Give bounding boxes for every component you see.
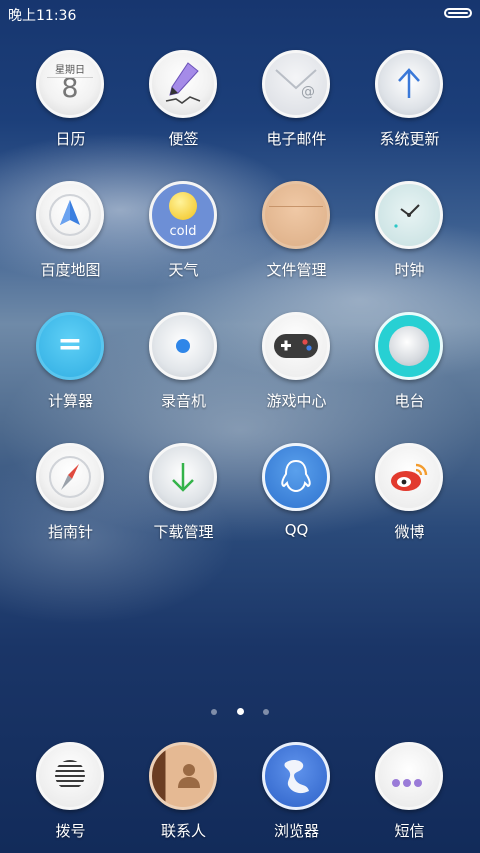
app-weather[interactable]: cold 天气 xyxy=(127,179,240,289)
folder-icon xyxy=(262,181,330,249)
compass-icon xyxy=(36,443,104,511)
app-label: 下载管理 xyxy=(153,523,214,541)
pen-icon xyxy=(149,50,217,118)
app-label: 电台 xyxy=(394,392,425,410)
app-label: 微博 xyxy=(394,523,425,541)
page-dot[interactable] xyxy=(211,709,218,715)
app-label: 联系人 xyxy=(160,822,206,840)
app-recorder[interactable]: 录音机 xyxy=(127,310,240,420)
app-baidu-map[interactable]: 百度地图 xyxy=(14,179,127,289)
app-label: 文件管理 xyxy=(266,261,327,279)
weather-text: cold xyxy=(169,224,197,239)
qq-penguin-icon xyxy=(262,443,330,511)
app-label: 指南针 xyxy=(47,523,93,541)
envelope-icon: @ xyxy=(262,50,330,118)
radio-dial-icon xyxy=(375,312,443,380)
app-email[interactable]: @ 电子邮件 xyxy=(240,48,353,158)
app-label: 电子邮件 xyxy=(266,130,327,148)
app-label: 浏览器 xyxy=(273,822,319,840)
app-file-manager[interactable]: 文件管理 xyxy=(240,179,353,289)
dialpad-icon xyxy=(36,742,104,810)
navigation-arrow-icon xyxy=(36,181,104,249)
app-label: 时钟 xyxy=(394,261,425,279)
weather-icon: cold xyxy=(149,181,217,249)
app-radio[interactable]: 电台 xyxy=(353,310,466,420)
globe-icon xyxy=(262,742,330,810)
app-notes[interactable]: 便签 xyxy=(127,48,240,158)
app-label: 便签 xyxy=(168,130,199,148)
dock-sms[interactable]: 短信 xyxy=(353,740,466,850)
weibo-icon xyxy=(375,443,443,511)
app-label: 天气 xyxy=(168,261,199,279)
battery-icon xyxy=(444,8,472,18)
app-system-update[interactable]: 系统更新 xyxy=(353,48,466,158)
calendar-icon: 星期日 8 xyxy=(36,50,104,118)
dock-browser[interactable]: 浏览器 xyxy=(240,740,353,850)
app-clock[interactable]: 时钟 xyxy=(353,179,466,289)
download-arrow-icon xyxy=(149,443,217,511)
dock-dialer[interactable]: 拨号 xyxy=(14,740,127,850)
app-label: 计算器 xyxy=(47,392,93,410)
message-dots-icon xyxy=(375,742,443,810)
app-calendar[interactable]: 星期日 8 日历 xyxy=(14,48,127,158)
app-download-manager[interactable]: 下载管理 xyxy=(127,441,240,551)
page-dot[interactable] xyxy=(262,709,269,715)
app-compass[interactable]: 指南针 xyxy=(14,441,127,551)
app-label: 短信 xyxy=(394,822,425,840)
app-label: 系统更新 xyxy=(379,130,440,148)
status-time: 晚上11:36 xyxy=(8,8,77,24)
page-dot-active[interactable] xyxy=(236,708,244,715)
gamepad-icon xyxy=(262,312,330,380)
app-game-center[interactable]: 游戏中心 xyxy=(240,310,353,420)
app-label: 拨号 xyxy=(55,822,86,840)
equals-icon: = xyxy=(36,312,104,380)
app-qq[interactable]: QQ xyxy=(240,441,353,551)
app-label: 百度地图 xyxy=(40,261,101,279)
clock-icon xyxy=(375,181,443,249)
app-label: 日历 xyxy=(55,130,86,148)
app-label: 录音机 xyxy=(160,392,206,410)
arrow-up-icon xyxy=(375,50,443,118)
status-bar: 晚上11:36 xyxy=(0,0,480,28)
app-calculator[interactable]: = 计算器 xyxy=(14,310,127,420)
app-label: QQ xyxy=(284,521,309,539)
dock-contacts[interactable]: 联系人 xyxy=(127,740,240,850)
app-label: 游戏中心 xyxy=(266,392,327,410)
contact-person-icon xyxy=(149,742,217,810)
record-icon xyxy=(149,312,217,380)
app-weibo[interactable]: 微博 xyxy=(353,441,466,551)
calculator-symbol: = xyxy=(57,327,83,362)
svg-text:@: @ xyxy=(301,84,315,100)
page-indicator[interactable] xyxy=(0,700,480,715)
